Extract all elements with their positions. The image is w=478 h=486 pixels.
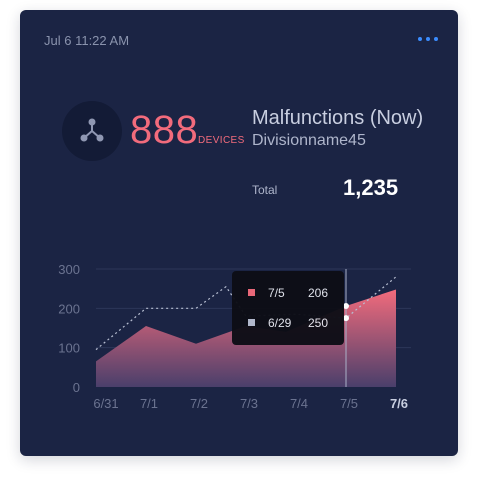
tooltip-value: 250: [308, 316, 329, 330]
malfunctions-card: Jul 6 11:22 AM 888 DEVICES Malfunctions …: [20, 10, 458, 456]
x-tick-label: 7/2: [190, 396, 208, 411]
x-tick-label: 7/1: [140, 396, 158, 411]
x-tick-label: 7/3: [240, 396, 258, 411]
tooltip-date: 6/29: [268, 316, 292, 330]
x-tick-label: 7/6: [390, 396, 408, 411]
tooltip-swatch: [248, 289, 255, 296]
tooltip-value: 206: [308, 286, 329, 300]
x-tick-label: 7/5: [340, 396, 358, 411]
x-tick-label: 7/4: [290, 396, 308, 411]
y-tick-label: 0: [73, 380, 80, 395]
y-tick-label: 200: [58, 301, 80, 316]
y-tick-label: 300: [58, 262, 80, 277]
malfunctions-chart: 0 100 200 300 6/31 7/1 7/2 7/3 7/4 7/5 7/6: [58, 262, 411, 411]
y-tick-label: 100: [58, 341, 80, 356]
tooltip-swatch: [248, 319, 255, 326]
chart-tooltip: 7/5 206 6/29 250: [232, 271, 344, 345]
x-tick-label: 6/31: [93, 396, 118, 411]
tooltip-date: 7/5: [268, 286, 285, 300]
tooltip-row: 7/5 206: [232, 285, 344, 301]
tooltip-row: 6/29 250: [232, 315, 344, 331]
